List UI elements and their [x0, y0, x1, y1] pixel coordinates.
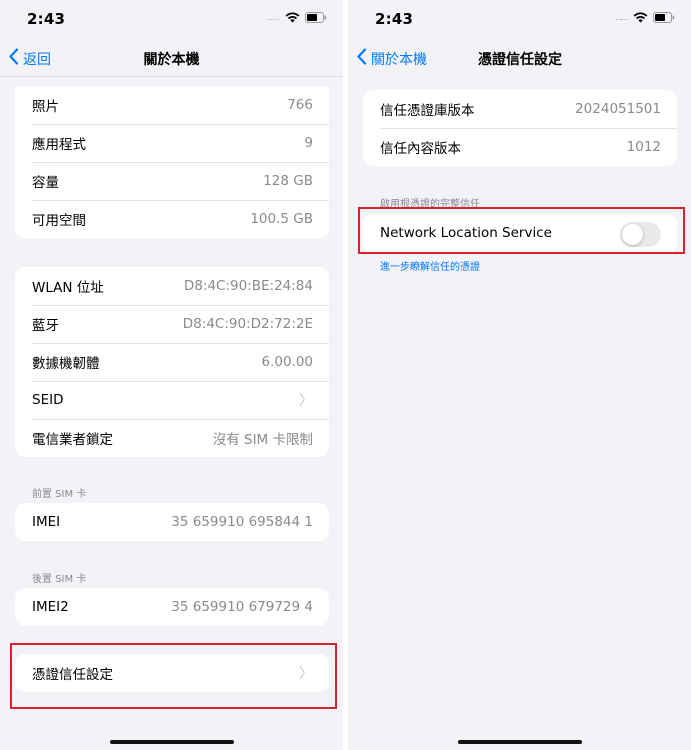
nav-bar: 返回 關於本機	[0, 40, 343, 76]
trust-version-group: 信任憑證庫版本 2024051501 信任內容版本 1012	[363, 90, 677, 166]
battery-icon	[653, 12, 675, 23]
nav-bar: 關於本機 憑證信任設定	[348, 40, 691, 76]
cert-trust-screen: 2:43 ..... 關於本機 憑證信任設定 信任憑證庫版本 2024051501…	[348, 0, 691, 750]
cert-trust-settings-row[interactable]: 憑證信任設定〉	[15, 654, 329, 692]
home-indicator	[457, 740, 582, 744]
seid-row[interactable]: SEID 〉	[15, 381, 329, 419]
front-sim-group: IMEI 35 659910 695844 1	[15, 503, 329, 541]
back-button[interactable]: 關於本機	[356, 48, 427, 69]
status-icons: .....	[615, 12, 675, 23]
list-item: 容量 128 GB	[15, 162, 329, 200]
list-item: 電信業者鎖定 沒有 SIM 卡限制	[15, 419, 329, 457]
back-label: 關於本機	[371, 51, 427, 68]
status-bar: 2:43 .....	[0, 0, 343, 40]
chevron-left-icon	[356, 48, 367, 69]
status-icons: .....	[267, 12, 327, 23]
network-location-service-toggle[interactable]	[620, 222, 661, 247]
learn-more-link[interactable]: 進一步瞭解信任的憑證	[380, 258, 480, 273]
status-time: 2:43	[27, 10, 66, 28]
chevron-right-icon: 〉	[299, 393, 313, 409]
list-item: 信任憑證庫版本 2024051501	[380, 101, 661, 119]
full-trust-header: 啟用根憑證的完整信任	[380, 199, 480, 210]
network-group: WLAN 位址 D8:4C:90:BE:24:84 藍牙 D8:4C:90:D2:7…	[15, 267, 329, 457]
signal-icon: .....	[267, 12, 280, 22]
front-sim-header: 前置 SIM 卡	[32, 489, 87, 500]
list-item: 信任內容版本 1012	[363, 128, 677, 166]
list-item: 數據機韌體 6.00.00	[15, 343, 329, 381]
list-item: 照片 766	[32, 97, 313, 115]
rear-sim-group: IMEI2 35 659910 679729 4	[15, 588, 329, 626]
wifi-icon	[285, 12, 300, 23]
toggle-knob	[622, 224, 643, 245]
list-item: 應用程式 9	[15, 124, 329, 162]
status-time: 2:43	[375, 10, 414, 28]
chevron-right-icon: 〉	[299, 666, 313, 682]
page-title: 憑證信任設定	[478, 52, 562, 68]
wifi-icon	[633, 12, 648, 23]
page-title: 關於本機	[143, 52, 200, 68]
cert-trust-group: 憑證信任設定〉	[15, 654, 329, 692]
list-item: IMEI2 35 659910 679729 4	[32, 599, 313, 615]
nav-divider	[0, 76, 343, 86]
list-item: IMEI 35 659910 695844 1	[32, 514, 313, 530]
status-bar: 2:43 .....	[348, 0, 691, 40]
list-item: 可用空間 100.5 GB	[15, 200, 329, 238]
list-item: 藍牙 D8:4C:90:D2:72:2E	[15, 305, 329, 343]
storage-group: 照片 766 應用程式 9 容量 128 GB 可用空間 100.5 GB	[15, 86, 329, 238]
home-indicator	[109, 740, 234, 744]
signal-icon: .....	[615, 12, 628, 22]
about-screen: 2:43 ..... 返回 關於本機 照片 766 應用程式 9 容量 128 GB …	[0, 0, 343, 750]
battery-icon	[305, 12, 327, 23]
list-item: WLAN 位址 D8:4C:90:BE:24:84	[32, 278, 313, 296]
rear-sim-header: 後置 SIM 卡	[32, 574, 87, 585]
full-trust-group: Network Location Service	[363, 213, 677, 253]
cert-name: Network Location Service	[380, 225, 552, 241]
list-item: Network Location Service	[363, 213, 677, 253]
